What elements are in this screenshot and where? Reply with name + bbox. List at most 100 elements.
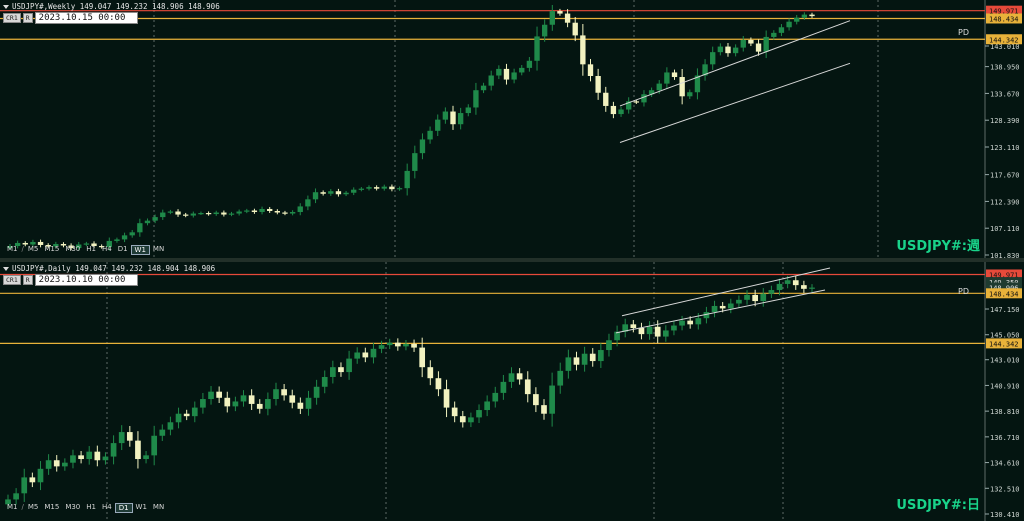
candle-body — [610, 105, 617, 115]
candle-body — [541, 24, 548, 37]
candle-body — [126, 432, 133, 441]
candle-body — [183, 413, 190, 417]
candle-body — [94, 451, 101, 461]
tf-w1-button[interactable]: W1 — [130, 245, 150, 255]
tf-m15-button[interactable]: M15 — [41, 503, 62, 513]
candle-body — [618, 109, 624, 115]
tf-m30-button[interactable]: M30 — [62, 503, 83, 513]
tf-mn-button[interactable]: MN — [150, 245, 167, 255]
candle-body — [289, 395, 296, 403]
candle-body — [573, 357, 580, 365]
candle-body — [572, 22, 578, 36]
candle-body — [386, 342, 393, 346]
tf-h1-button[interactable]: H1 — [83, 503, 99, 513]
candle-body — [297, 206, 303, 213]
candle-body — [358, 188, 365, 190]
price-label-text: 148.434 — [989, 15, 1019, 23]
tf-m5-button[interactable]: M5 — [25, 245, 42, 255]
candle-body — [794, 17, 800, 22]
collapse-triangle-icon[interactable] — [3, 267, 9, 271]
price-label-text: 148.434 — [989, 290, 1019, 298]
candle-body — [451, 407, 458, 417]
datetime-field[interactable]: 2023.10.10 00:00 — [34, 274, 138, 286]
r-button[interactable]: R — [22, 275, 33, 285]
candle-body — [343, 192, 349, 195]
weekly-chart-header: USDJPY#,Weekly 149.047 149.232 148.906 1… — [3, 2, 220, 11]
candle-body — [526, 60, 533, 68]
channel-trendline — [619, 20, 851, 107]
candle-body — [687, 92, 693, 97]
price-tick-label: 138.950 — [990, 64, 1020, 72]
candle-body — [646, 326, 653, 335]
weekly-header-text: USDJPY#,Weekly 149.047 149.232 148.906 1… — [12, 2, 220, 11]
candle-body — [175, 211, 181, 215]
tf-d1-button[interactable]: D1 — [115, 245, 131, 255]
candle-body — [549, 385, 555, 414]
candle-body — [671, 325, 677, 331]
datetime-field[interactable]: 2023.10.15 00:00 — [34, 12, 138, 24]
candle-body — [557, 11, 563, 14]
price-tick-label: 117.670 — [990, 172, 1020, 180]
tf-m1-button[interactable]: M1 — [4, 503, 21, 513]
candle-body — [687, 320, 694, 325]
candle-body — [351, 189, 357, 193]
candle-body — [589, 353, 596, 362]
tf-d1-button[interactable]: D1 — [114, 503, 133, 513]
candle-body — [305, 397, 312, 409]
cr1-button[interactable]: CR1 — [3, 275, 21, 285]
candle-body — [442, 111, 449, 120]
candle-body — [45, 460, 52, 469]
candle-body — [801, 285, 807, 289]
tf-m5-button[interactable]: M5 — [25, 503, 42, 513]
candle-body — [320, 192, 326, 194]
candle-body — [232, 401, 239, 407]
candle-body — [786, 21, 792, 28]
price-tick-label: 140.910 — [990, 382, 1020, 390]
candle-body — [809, 287, 815, 289]
candle-body — [587, 64, 594, 77]
daily-chart-pane[interactable]: 147.150 145.050 143.010 140.910 138.810 136.7… — [0, 262, 1024, 521]
tf-mn-button[interactable]: MN — [150, 503, 167, 513]
candle-body — [725, 46, 731, 54]
candle-body — [144, 220, 151, 224]
candle-body — [110, 443, 117, 457]
candle-body — [549, 11, 555, 25]
tf-h4-button[interactable]: H4 — [99, 503, 115, 513]
price-tick-label: 112.390 — [990, 198, 1020, 206]
daily-chart-canvas[interactable]: 147.150145.050143.010140.910138.810136.7… — [0, 262, 1024, 521]
collapse-triangle-icon[interactable] — [3, 5, 9, 9]
candle-body — [362, 352, 369, 358]
tf-h1-button[interactable]: H1 — [83, 245, 99, 255]
candle-body — [662, 330, 669, 337]
tf-w1-button[interactable]: W1 — [133, 503, 150, 513]
candle-body — [221, 212, 227, 215]
cr1-button[interactable]: CR1 — [3, 13, 21, 23]
candle-body — [394, 342, 401, 347]
candle-body — [273, 389, 279, 400]
candle-body — [748, 39, 754, 44]
channel-trendline — [615, 289, 826, 334]
candle-body — [534, 36, 540, 61]
candle-body — [763, 36, 769, 52]
tf-h4-button[interactable]: H4 — [99, 245, 115, 255]
candle-body — [198, 213, 204, 215]
candle-body — [248, 395, 255, 404]
candle-body — [508, 373, 515, 382]
candle-body — [695, 318, 702, 325]
candle-body — [403, 343, 409, 347]
tf-m15-button[interactable]: M15 — [41, 245, 62, 255]
candle-body — [160, 212, 166, 218]
candle-body — [581, 353, 588, 365]
candle-body — [21, 477, 28, 494]
candle-body — [151, 435, 158, 456]
candle-body — [396, 188, 403, 190]
candle-body — [435, 378, 442, 390]
weekly-chart-pane[interactable]: 143.010 138.950 133.670 128.390 123.110 117.6… — [0, 0, 1024, 258]
channel-trendline — [621, 267, 831, 317]
r-button[interactable]: R — [22, 13, 33, 23]
weekly-chart-canvas[interactable]: 143.010138.950133.670128.390123.110117.6… — [0, 0, 1024, 258]
tf-m30-button[interactable]: M30 — [62, 245, 83, 255]
candle-body — [53, 460, 60, 467]
candle-body — [338, 367, 344, 373]
tf-m1-button[interactable]: M1 — [4, 245, 21, 255]
